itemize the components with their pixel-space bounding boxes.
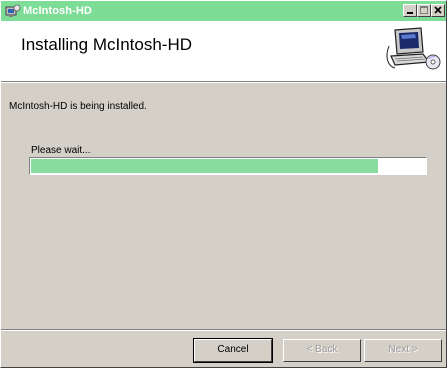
minimize-icon: [407, 12, 413, 14]
page-title: Installing McIntosh-HD: [21, 35, 193, 54]
window-title: McIntosh-HD: [23, 5, 92, 17]
status-message: McIntosh-HD is being installed.: [9, 101, 147, 112]
banner-separator: [1, 82, 446, 83]
maximize-icon: [420, 6, 428, 14]
wait-label: Please wait...: [31, 145, 91, 156]
installer-window: McIntosh-HD Installing McIntosh-HD McInt…: [0, 0, 447, 368]
close-icon: [434, 6, 442, 14]
computer-installer-icon: [386, 27, 441, 70]
title-bar[interactable]: McIntosh-HD: [1, 1, 446, 21]
header-banner: Installing McIntosh-HD: [1, 21, 446, 82]
minimize-button[interactable]: [403, 4, 417, 17]
cancel-button[interactable]: Cancel: [193, 338, 273, 363]
next-button[interactable]: Next >: [364, 339, 442, 362]
progress-fill: [31, 159, 378, 173]
maximize-button[interactable]: [417, 4, 431, 17]
back-button[interactable]: < Back: [283, 339, 361, 362]
install-progress-bar: [29, 157, 427, 175]
close-button[interactable]: [431, 4, 445, 17]
app-icon: [5, 3, 21, 19]
footer-separator-highlight: [1, 330, 446, 331]
